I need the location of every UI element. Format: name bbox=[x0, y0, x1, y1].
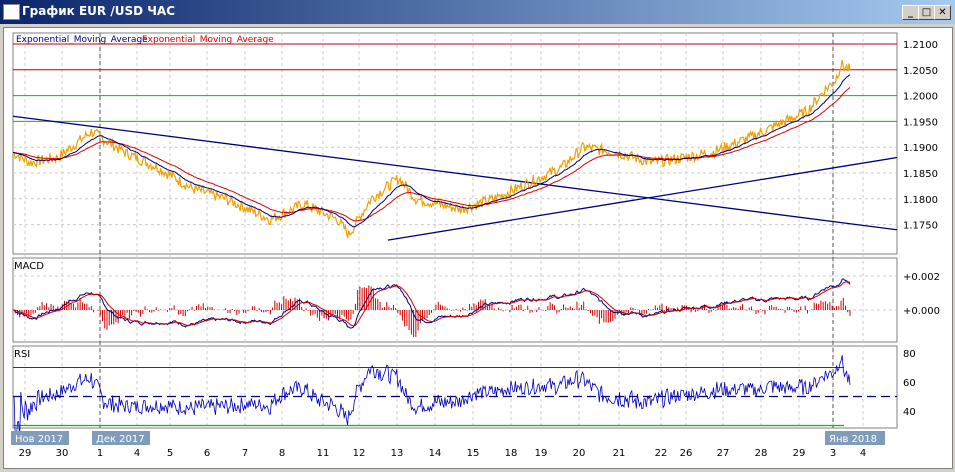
date-tick-label: 28 bbox=[755, 448, 768, 459]
rsi-label: RSI bbox=[14, 349, 30, 360]
date-tick-label: 22 bbox=[655, 448, 668, 459]
window-title: График EUR /USD ЧАС bbox=[22, 4, 176, 18]
price-axis-label: 1.1900 bbox=[903, 143, 938, 154]
date-tick-label: 14 bbox=[429, 448, 442, 459]
date-tick-label: 5 bbox=[167, 448, 173, 459]
date-tick-label: 18 bbox=[505, 448, 518, 459]
rsi-axis-label: 80 bbox=[903, 349, 916, 360]
date-tick-label: 1 bbox=[97, 448, 103, 459]
rsi-axis-label: 40 bbox=[903, 407, 916, 418]
price-axis-label: 1.1950 bbox=[903, 117, 938, 128]
month-label: Дек 2017 bbox=[96, 434, 145, 445]
price-chart[interactable]: 29 30 1 4 5 6 7 8 11 12 13 14 15 18 19 20 21 22 26 27 28 29 3 4… bbox=[4, 28, 952, 468]
macd-label: MACD bbox=[14, 261, 44, 272]
date-tick-label: 19 bbox=[535, 448, 548, 459]
date-tick-label: 30 bbox=[56, 448, 69, 459]
date-tick-label: 20 bbox=[573, 448, 586, 459]
date-tick-label: 4 bbox=[134, 448, 140, 459]
panel-frame-0 bbox=[12, 32, 898, 255]
price-axis-label: 1.2050 bbox=[903, 66, 938, 77]
minimize-button[interactable]: _ bbox=[902, 5, 919, 20]
date-tick-label: 29 bbox=[19, 448, 32, 459]
rsi-axis-label: 60 bbox=[903, 378, 916, 389]
close-button[interactable]: ✕ bbox=[934, 5, 951, 20]
date-tick-label: 21 bbox=[613, 448, 626, 459]
macd-signal-line bbox=[13, 281, 851, 327]
date-tick-label: 8 bbox=[279, 448, 285, 459]
price-axis-label: 1.2100 bbox=[903, 40, 938, 51]
date-tick-label: 29 bbox=[793, 448, 806, 459]
price-axis-label: 1.1800 bbox=[903, 195, 938, 206]
ema-fast-line bbox=[13, 74, 851, 228]
date-tick-label: 26 bbox=[680, 448, 693, 459]
chart-app-icon bbox=[3, 4, 20, 20]
title-bar: График EUR /USD ЧАС _ □ ✕ bbox=[0, 0, 955, 24]
macd-axis-label: +0.000 bbox=[903, 306, 940, 317]
legend-ema-2: Exponential_Moving_Average bbox=[142, 35, 274, 45]
date-tick-label: 27 bbox=[717, 448, 730, 459]
price-axis-label: 1.1750 bbox=[903, 221, 938, 232]
macd-axis-label: +0.002 bbox=[903, 272, 940, 283]
macd-line bbox=[13, 278, 851, 329]
month-label: Янв 2018 bbox=[829, 434, 877, 445]
date-tick-label: 13 bbox=[391, 448, 404, 459]
date-tick-label: 15 bbox=[467, 448, 480, 459]
panel-frame-2 bbox=[12, 345, 898, 429]
date-tick-label: 7 bbox=[242, 448, 248, 459]
date-tick-label: 4 bbox=[860, 448, 866, 459]
date-tick-label: 11 bbox=[317, 448, 330, 459]
chart-window[interactable]: 29 30 1 4 5 6 7 8 11 12 13 14 15 18 19 20 21 22 26 27 28 29 3 4… bbox=[3, 27, 953, 469]
date-tick-label: 6 bbox=[204, 448, 210, 459]
date-tick-label: 3 bbox=[830, 448, 836, 459]
legend-ema-1: Exponential_Moving_Average bbox=[16, 35, 148, 45]
date-tick-label: 12 bbox=[353, 448, 366, 459]
maximize-button[interactable]: □ bbox=[918, 5, 935, 20]
price-axis-label: 1.1850 bbox=[903, 169, 938, 180]
price-axis-label: 1.2000 bbox=[903, 92, 938, 103]
month-label: Нов 2017 bbox=[15, 434, 63, 445]
